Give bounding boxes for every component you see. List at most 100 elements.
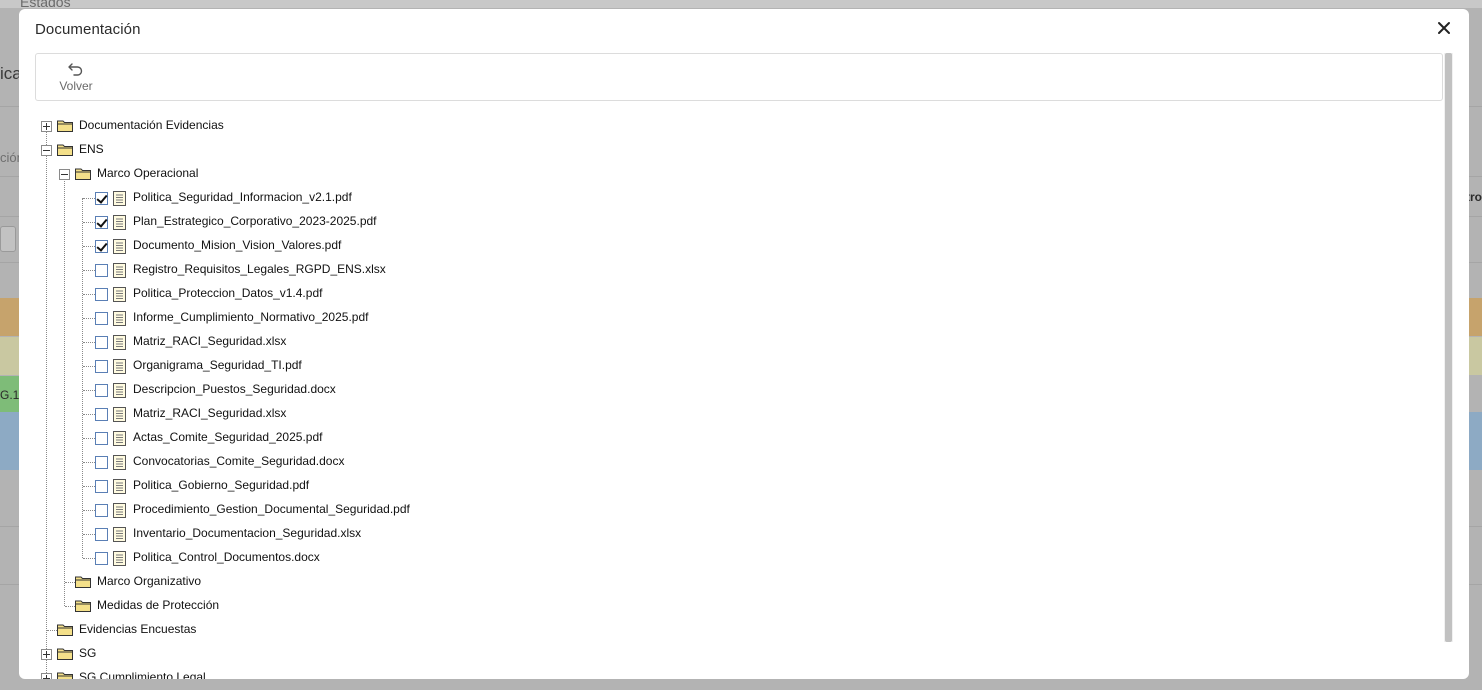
file-checkbox[interactable] [95, 552, 108, 565]
folder-label: Documentación Evidencias [79, 118, 224, 132]
tree-node-file[interactable]: Plan_Estrategico_Corporativo_2023-2025.p… [19, 210, 619, 234]
document-icon [113, 335, 126, 350]
tree-node-file[interactable]: Organigrama_Seguridad_TI.pdf [19, 354, 619, 378]
document-icon [113, 455, 126, 470]
tree-node-folder[interactable]: SG [19, 642, 419, 666]
file-checkbox[interactable] [95, 192, 108, 205]
file-checkbox[interactable] [95, 360, 108, 373]
collapse-toggle[interactable] [59, 169, 70, 180]
tree-connector [47, 630, 57, 631]
close-icon [1438, 22, 1450, 34]
tree-node-file[interactable]: Politica_Proteccion_Datos_v1.4.pdf [19, 282, 619, 306]
file-label: Procedimiento_Gestion_Documental_Segurid… [133, 502, 410, 516]
tree-connector [83, 414, 95, 415]
tree-connector [83, 246, 95, 247]
tree-node-file[interactable]: Politica_Control_Documentos.docx [19, 546, 619, 570]
tree-node-folder[interactable]: Evidencias Encuestas [19, 618, 419, 642]
folder-icon [57, 672, 73, 679]
file-label: Politica_Proteccion_Datos_v1.4.pdf [133, 286, 323, 300]
tree-node-file[interactable]: Inventario_Documentacion_Seguridad.xlsx [19, 522, 619, 546]
file-checkbox[interactable] [95, 480, 108, 493]
file-checkbox[interactable] [95, 384, 108, 397]
document-tree: Documentación Evidencias ENS Marco Opera… [19, 113, 1439, 679]
tree-node-file[interactable]: Descripcion_Puestos_Seguridad.docx [19, 378, 619, 402]
document-icon [113, 311, 126, 326]
tree-node-folder[interactable]: Medidas de Protección [19, 594, 419, 618]
file-checkbox[interactable] [95, 504, 108, 517]
tree-node-folder[interactable]: Marco Organizativo [19, 570, 419, 594]
tree-connector [83, 462, 95, 463]
tree-node-file[interactable]: Actas_Comite_Seguridad_2025.pdf [19, 426, 619, 450]
back-button-label: Volver [59, 79, 93, 93]
tree-node-file[interactable]: Informe_Cumplimiento_Normativo_2025.pdf [19, 306, 619, 330]
document-icon [113, 287, 126, 302]
file-label: Actas_Comite_Seguridad_2025.pdf [133, 430, 323, 444]
file-checkbox[interactable] [95, 312, 108, 325]
folder-icon [57, 624, 73, 636]
scrollbar-thumb[interactable] [1445, 53, 1452, 642]
file-label: Matriz_RACI_Seguridad.xlsx [133, 334, 287, 348]
undo-arrow-icon [68, 63, 83, 76]
tree-node-file[interactable]: Procedimiento_Gestion_Documental_Segurid… [19, 498, 619, 522]
file-checkbox[interactable] [95, 288, 108, 301]
file-checkbox[interactable] [95, 240, 108, 253]
file-label: Descripcion_Puestos_Seguridad.docx [133, 382, 336, 396]
file-label: Informe_Cumplimiento_Normativo_2025.pdf [133, 310, 369, 324]
file-checkbox[interactable] [95, 408, 108, 421]
tree-node-folder[interactable]: ENS [19, 138, 419, 162]
tree-node-file[interactable]: Politica_Gobierno_Seguridad.pdf [19, 474, 619, 498]
collapse-toggle[interactable] [41, 145, 52, 156]
tree-node-file[interactable]: Convocatorias_Comite_Seguridad.docx [19, 450, 619, 474]
tree-connector [83, 438, 95, 439]
tree-node-folder[interactable]: SG Cumplimiento Legal [19, 666, 419, 679]
tree-connector [65, 582, 75, 583]
tree-connector [83, 198, 95, 199]
file-checkbox[interactable] [95, 336, 108, 349]
expand-toggle[interactable] [41, 121, 52, 132]
document-icon [113, 551, 126, 566]
modal-title: Documentación [35, 21, 141, 38]
tree-node-file[interactable]: Registro_Requisitos_Legales_RGPD_ENS.xls… [19, 258, 619, 282]
tree-node-file[interactable]: Documento_Mision_Vision_Valores.pdf [19, 234, 619, 258]
folder-label: ENS [79, 142, 104, 156]
file-checkbox[interactable] [95, 528, 108, 541]
tree-connector [83, 558, 95, 559]
file-checkbox[interactable] [95, 216, 108, 229]
expand-toggle[interactable] [41, 649, 52, 660]
tree-connector [83, 342, 95, 343]
folder-open-icon [75, 168, 91, 180]
document-icon [113, 383, 126, 398]
tree-node-file[interactable]: Politica_Seguridad_Informacion_v2.1.pdf [19, 186, 619, 210]
background-row-code: G.1 [0, 388, 20, 402]
close-button[interactable] [1433, 17, 1455, 39]
expand-toggle[interactable] [41, 673, 52, 679]
file-label: Politica_Seguridad_Informacion_v2.1.pdf [133, 190, 352, 204]
file-checkbox[interactable] [95, 264, 108, 277]
file-label: Convocatorias_Comite_Seguridad.docx [133, 454, 345, 468]
file-label: Documento_Mision_Vision_Valores.pdf [133, 238, 342, 252]
folder-icon [57, 648, 73, 660]
tree-node-folder[interactable]: Documentación Evidencias [19, 114, 419, 138]
document-icon [113, 527, 126, 542]
file-label: Plan_Estrategico_Corporativo_2023-2025.p… [133, 214, 377, 228]
folder-label: Medidas de Protección [97, 598, 220, 612]
tree-node-file[interactable]: Matriz_RACI_Seguridad.xlsx [19, 330, 619, 354]
tree-connector [83, 294, 95, 295]
document-icon [113, 239, 126, 254]
back-button[interactable]: Volver [50, 58, 102, 98]
folder-label: Marco Organizativo [97, 574, 202, 588]
document-icon [113, 263, 126, 278]
tree-node-file[interactable]: Matriz_RACI_Seguridad.xlsx [19, 402, 619, 426]
modal-scrollbar[interactable] [1444, 53, 1453, 642]
file-label: Organigrama_Seguridad_TI.pdf [133, 358, 302, 372]
file-checkbox[interactable] [95, 432, 108, 445]
document-icon [113, 503, 126, 518]
folder-icon [75, 576, 91, 588]
folder-open-icon [57, 144, 73, 156]
tree-connector [83, 534, 95, 535]
file-checkbox[interactable] [95, 456, 108, 469]
file-label: Politica_Control_Documentos.docx [133, 550, 320, 564]
modal-toolbar: Volver [35, 53, 1443, 101]
document-icon [113, 479, 126, 494]
tree-node-folder[interactable]: Marco Operacional [19, 162, 419, 186]
